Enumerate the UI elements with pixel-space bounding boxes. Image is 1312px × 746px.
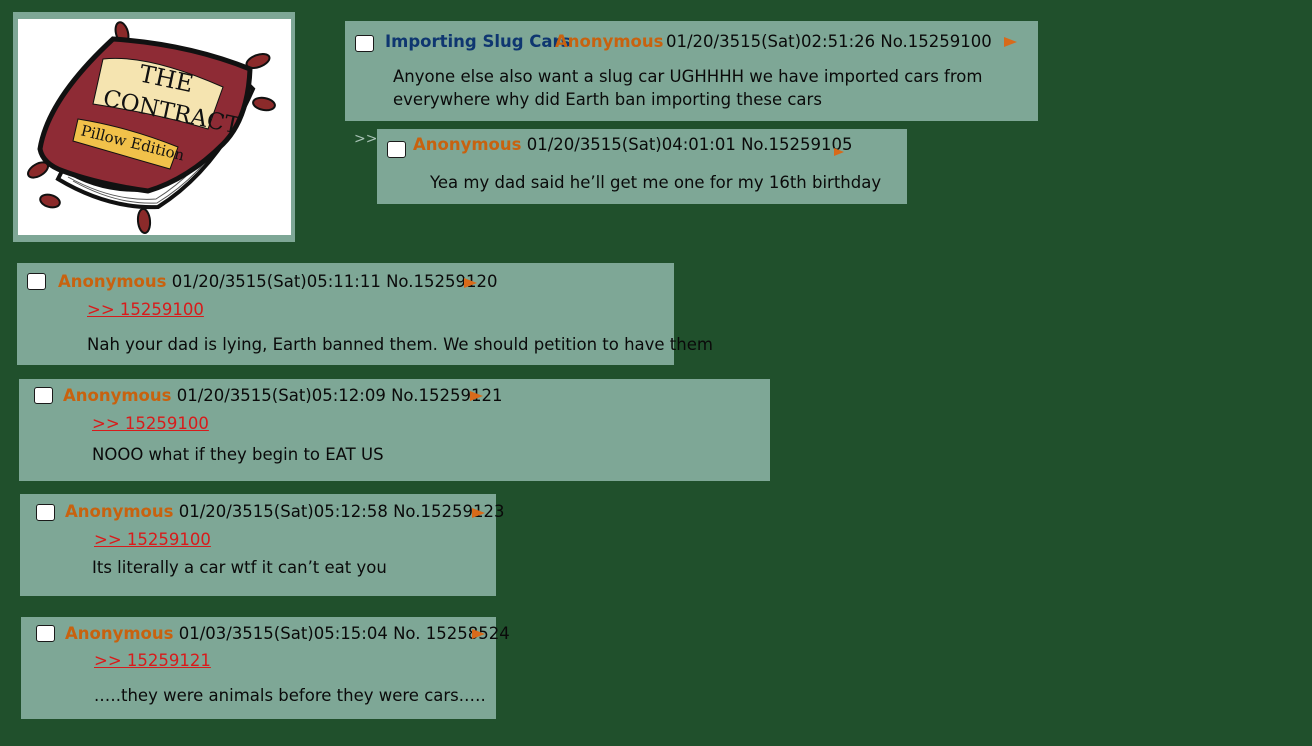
reply-menu-arrow-icon[interactable] — [470, 391, 483, 401]
reply-poster-name: Anonymous — [63, 386, 172, 405]
reply-menu-arrow-icon[interactable] — [834, 148, 844, 156]
reply-datetime-number[interactable]: 01/03/3515(Sat)05:15:04 No. 15258524 — [179, 624, 510, 643]
op-body-line-2: everywhere why did Earth ban importing t… — [393, 90, 822, 109]
reply-checkbox-icon[interactable] — [27, 273, 46, 290]
reply-quote-link[interactable]: >> 15259100 — [92, 414, 209, 434]
reply-poster-name: Anonymous — [65, 624, 174, 643]
reply-datetime-number[interactable]: 01/20/3515(Sat)05:11:11 No.15259120 — [172, 272, 498, 291]
reply-body: Yea my dad said he’ll get me one for my … — [430, 173, 882, 192]
op-thumbnail-image[interactable]: THE CONTRACT Pillow Edition — [18, 19, 291, 235]
reply-checkbox-icon[interactable] — [36, 504, 55, 521]
reply-menu-arrow-icon[interactable] — [464, 278, 477, 288]
op-body-line-1: Anyone else also want a slug car UGHHHH … — [393, 67, 983, 86]
reply-poster-name: Anonymous — [58, 272, 167, 291]
reply-body: .….they were animals before they were ca… — [94, 686, 486, 705]
reply-quote-link[interactable]: >> 15259121 — [94, 651, 211, 671]
reply-checkbox-icon[interactable] — [387, 141, 406, 158]
reply-checkbox-icon[interactable] — [36, 625, 55, 642]
reply-menu-arrow-icon[interactable] — [472, 629, 485, 639]
reply-quote-link[interactable]: >> 15259100 — [87, 300, 204, 320]
reply-post: Anonymous 01/20/3515(Sat)05:12:58 No.152… — [20, 494, 504, 596]
op-checkbox-icon[interactable] — [355, 35, 374, 52]
op-menu-arrow-icon[interactable] — [1004, 37, 1017, 47]
reply-quote-link[interactable]: >> 15259100 — [94, 530, 211, 550]
reply-datetime-number[interactable]: 01/20/3515(Sat)04:01:01 No.15259105 — [527, 135, 853, 154]
op-poster-name: Anonymous — [555, 32, 664, 51]
reply-post: Anonymous 01/03/3515(Sat)05:15:04 No. 15… — [21, 617, 510, 719]
reply-poster-name: Anonymous — [413, 135, 522, 154]
op-post: Importing Slug Cars Anonymous 01/20/3515… — [345, 21, 1038, 121]
op-datetime-number[interactable]: 01/20/3515(Sat)02:51:26 No.15259100 — [666, 32, 992, 52]
reply-body: Its literally a car wtf it can’t eat you — [92, 558, 387, 577]
reply-post: Anonymous 01/20/3515(Sat)05:11:11 No.152… — [17, 263, 713, 365]
reply-post: Anonymous 01/20/3515(Sat)05:12:09 No.152… — [19, 379, 770, 481]
op-thumbnail-frame[interactable]: THE CONTRACT Pillow Edition — [13, 12, 295, 242]
reply-menu-arrow-icon[interactable] — [472, 508, 485, 518]
reply-body: Nah your dad is lying, Earth banned them… — [87, 335, 713, 354]
reply-post: Anonymous 01/20/3515(Sat)04:01:01 No.152… — [377, 129, 907, 204]
reply-poster-name: Anonymous — [65, 502, 174, 521]
op-subject: Importing Slug Cars — [385, 32, 571, 51]
contract-pillow-image: THE CONTRACT Pillow Edition — [27, 21, 276, 234]
reply-datetime-number[interactable]: 01/20/3515(Sat)05:12:58 No.15259123 — [179, 502, 505, 521]
reply-checkbox-icon[interactable] — [34, 387, 53, 404]
reply-datetime-number[interactable]: 01/20/3515(Sat)05:12:09 No.15259121 — [177, 386, 503, 405]
reply-marker: >> — [354, 131, 378, 147]
reply-body: NOOO what if they begin to EAT US — [92, 445, 384, 464]
